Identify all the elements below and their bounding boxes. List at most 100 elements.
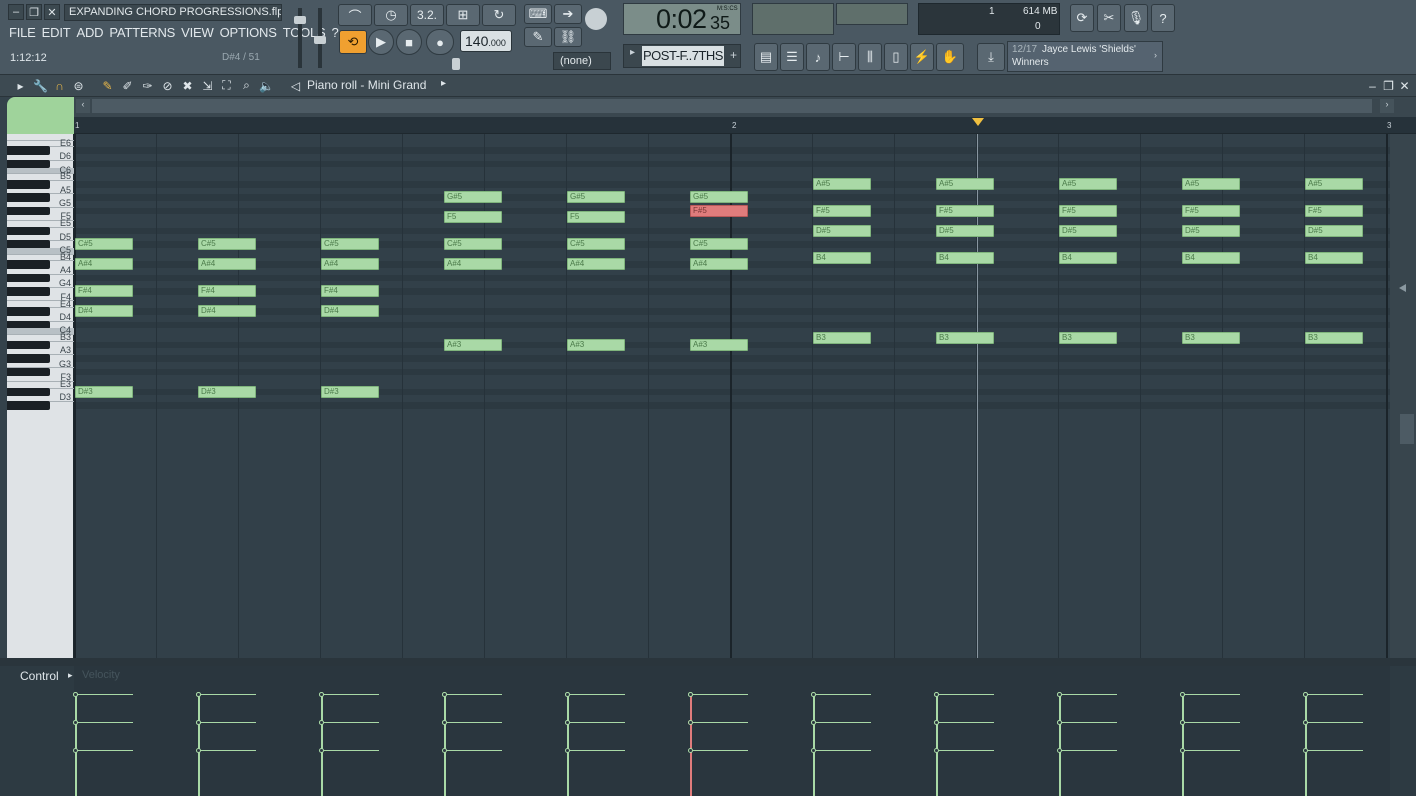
menu-add[interactable]: ADD [73, 25, 106, 40]
note[interactable]: D#5 [1182, 224, 1240, 237]
velocity-bar[interactable] [1305, 750, 1363, 751]
note[interactable]: C#5 [690, 238, 748, 251]
velocity-stem[interactable] [1182, 694, 1184, 796]
minimize-icon[interactable]: – [8, 4, 24, 20]
note[interactable]: A#3 [567, 338, 625, 351]
note[interactable]: F#5 [1305, 204, 1363, 217]
velocity-bar[interactable] [1059, 694, 1117, 695]
add-icon[interactable]: + [730, 48, 737, 62]
control-arrow-icon[interactable]: ▸ [68, 670, 73, 681]
velocity-handle[interactable] [319, 748, 324, 753]
master-pitch-handle[interactable] [314, 36, 326, 44]
velocity-bar[interactable] [321, 694, 379, 695]
control-divider[interactable] [0, 658, 1416, 666]
paint-icon[interactable]: ✐ [120, 78, 135, 93]
speaker-icon[interactable]: 🔈 [259, 78, 274, 93]
title-arrow-icon[interactable]: ▸ [441, 78, 446, 89]
note-grid[interactable]: C#5 A#4 F#4 D#4 D#3 C#5 A#4 F#4 D#4 D#3 C#5 A#4 F#4 D… [74, 134, 1390, 658]
velocity-handle[interactable] [1180, 748, 1185, 753]
menu-options[interactable]: OPTIONS [217, 25, 280, 40]
velocity-bar[interactable] [813, 694, 871, 695]
menu-patterns[interactable]: PATTERNS [106, 25, 178, 40]
snap-selector[interactable]: ▸ POST-F..7THS + [623, 44, 741, 68]
channel-rack-icon[interactable]: ☰ [780, 43, 804, 71]
note[interactable]: B3 [1305, 332, 1363, 344]
velocity-stem[interactable] [690, 694, 692, 796]
velocity-handle[interactable] [319, 692, 324, 697]
velocity-handle[interactable] [565, 748, 570, 753]
typing-keyboard-icon[interactable]: ⌨ [524, 4, 552, 24]
note[interactable]: D#4 [198, 305, 256, 318]
velocity-bar[interactable] [936, 750, 994, 751]
velocity-bar[interactable] [1182, 694, 1240, 695]
velocity-bar[interactable] [813, 750, 871, 751]
note[interactable]: F5 [567, 211, 625, 224]
pr-restore-icon[interactable]: ❐ [1381, 78, 1396, 93]
note[interactable]: A#5 [1182, 177, 1240, 190]
scroll-left-icon[interactable]: ‹ [76, 99, 90, 113]
note[interactable]: A#5 [1305, 177, 1363, 190]
note[interactable]: A#3 [690, 338, 748, 351]
velocity-handle[interactable] [73, 720, 78, 725]
note[interactable]: F#5 [1182, 204, 1240, 217]
snap-left-icon[interactable]: ▸ [630, 47, 635, 58]
note[interactable]: B3 [813, 332, 871, 344]
velocity-bar[interactable] [690, 694, 748, 695]
velocity-handle[interactable] [811, 748, 816, 753]
velocity-handle[interactable] [1303, 748, 1308, 753]
tempo-slider-handle[interactable] [452, 58, 460, 70]
note[interactable]: B3 [1182, 332, 1240, 344]
velocity-bar[interactable] [444, 694, 502, 695]
link-icon[interactable]: ⛓ [554, 27, 582, 47]
horizontal-scrollbar[interactable]: ‹ › [74, 97, 1416, 117]
note[interactable]: F#5 [936, 204, 994, 217]
delete-icon[interactable]: ⊘ [160, 78, 175, 93]
velocity-stem[interactable] [1305, 694, 1307, 796]
playhead-marker-icon[interactable] [972, 118, 984, 126]
note[interactable]: B4 [813, 251, 871, 264]
arrow-right-icon[interactable]: ➔ [554, 4, 582, 24]
scroll-right-icon[interactable]: › [1380, 99, 1394, 113]
velocity-handle[interactable] [811, 720, 816, 725]
note[interactable]: F#4 [198, 285, 256, 298]
zoom-corner[interactable] [7, 97, 74, 134]
velocity-bar[interactable] [936, 694, 994, 695]
note[interactable]: C#5 [444, 238, 502, 251]
scroll-thumb[interactable] [92, 99, 1372, 113]
touch-keyboard-icon[interactable]: ✋ [936, 43, 964, 71]
cut-icon[interactable]: ✂ [1097, 4, 1121, 32]
note[interactable]: D#5 [936, 224, 994, 237]
step-edit-icon[interactable]: ⊞ [446, 4, 480, 26]
velocity-stem[interactable] [813, 694, 815, 796]
download-icon[interactable]: ⤓ [977, 43, 1005, 71]
note[interactable]: D#3 [75, 385, 133, 398]
note[interactable]: D#3 [321, 385, 379, 398]
pattern-song-toggle-icon[interactable]: ⟲ [339, 30, 367, 54]
velocity-handle[interactable] [1303, 692, 1308, 697]
velocity-stem[interactable] [567, 694, 569, 796]
velocity-handle[interactable] [1303, 720, 1308, 725]
master-volume-handle[interactable] [294, 16, 306, 24]
velocity-handle[interactable] [73, 748, 78, 753]
velocity-handle[interactable] [934, 692, 939, 697]
velocity-handle[interactable] [1057, 720, 1062, 725]
project-info-icon[interactable]: ▯ [884, 43, 908, 71]
velocity-handle[interactable] [442, 720, 447, 725]
note[interactable]: C#5 [321, 238, 379, 251]
velocity-handle[interactable] [442, 692, 447, 697]
note[interactable]: B4 [936, 251, 994, 264]
note[interactable]: D#5 [813, 224, 871, 237]
pattern-icon[interactable]: ⊜ [71, 78, 86, 93]
note[interactable]: B3 [936, 332, 994, 344]
velocity-bar[interactable] [813, 722, 871, 723]
countdown-button[interactable]: 3.2. [410, 4, 444, 26]
velocity-bar[interactable] [1182, 722, 1240, 723]
piano-keyboard[interactable]: E6 D6 C6 B5 A5 G5 F5 E5 D5 C5 B4 A4 G4 F4 E4 D4 C4 B3 A3 G3… [7, 134, 74, 658]
velocity-bar[interactable] [1059, 750, 1117, 751]
metronome-knob[interactable] [585, 8, 607, 30]
velocity-bar[interactable] [198, 722, 256, 723]
tempo-display[interactable]: 140.000 [460, 30, 512, 52]
velocity-bar[interactable] [321, 722, 379, 723]
pencil-icon[interactable]: ✎ [524, 27, 552, 47]
velocity-bar[interactable] [567, 722, 625, 723]
